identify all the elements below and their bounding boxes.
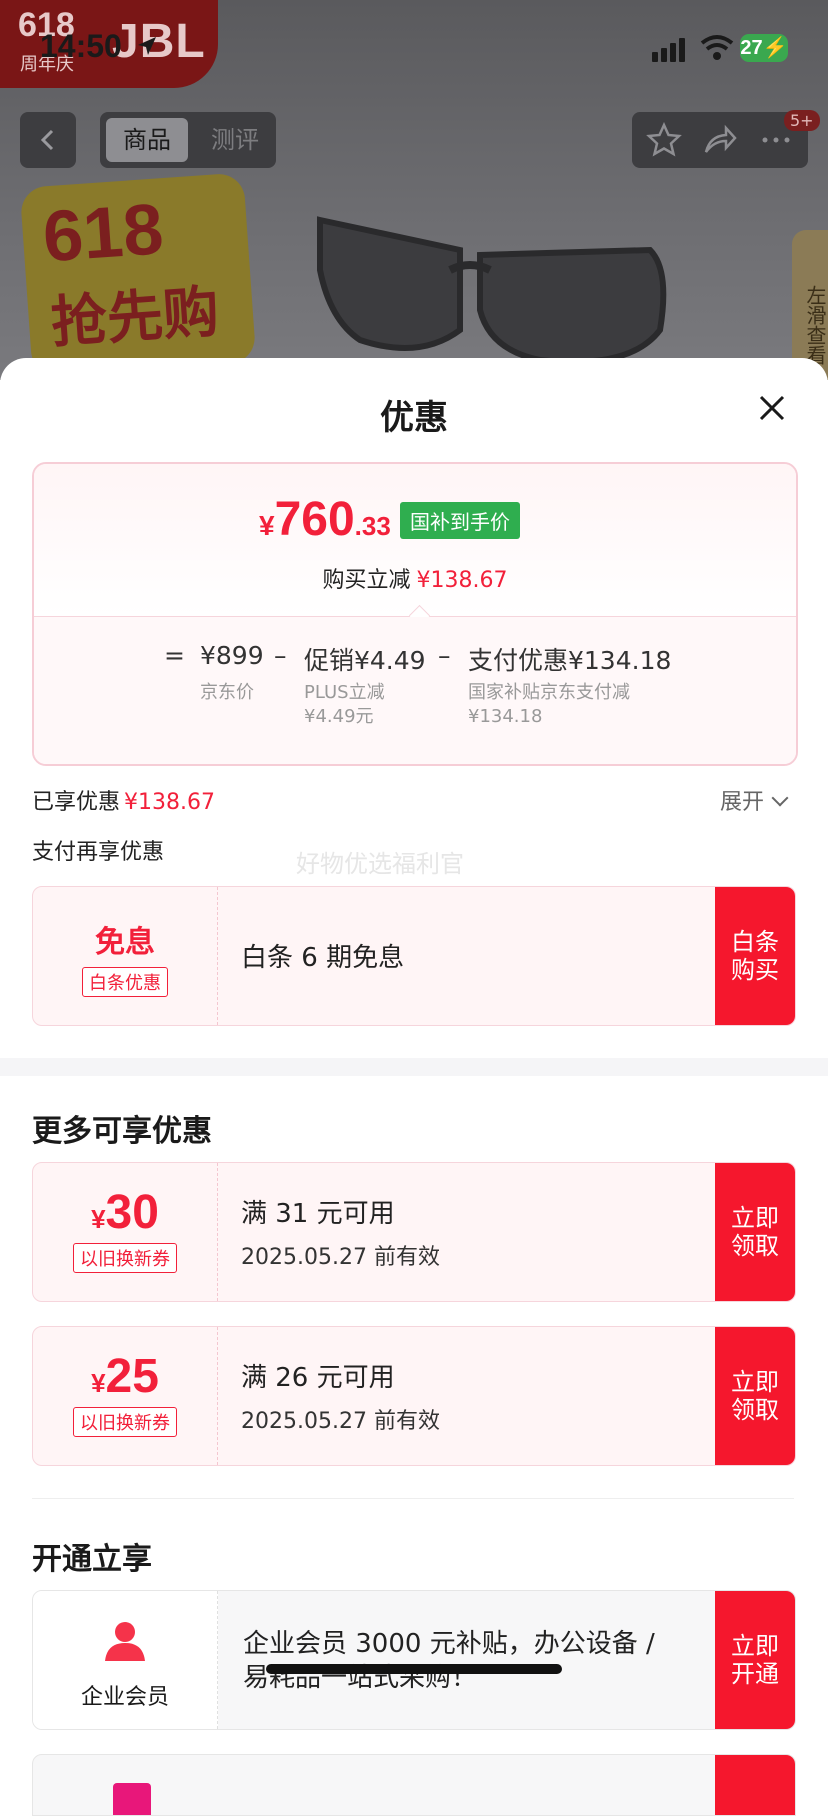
star-icon[interactable] [646, 122, 682, 158]
section-divider [0, 1058, 828, 1076]
price-breakdown: = ¥899 京东价 – 促销¥4.49 PLUS立减 ¥4.49元 – 支付优… [34, 617, 796, 764]
pay-discount-sub-amount: ¥134.18 [468, 706, 543, 727]
tab-goods[interactable]: 商品 [106, 118, 188, 162]
coupon-validity: 2025.05.27 前有效 [241, 1409, 440, 1434]
promo-sticker: 618 抢先购 [19, 172, 257, 378]
coupon-amount: ¥30 [33, 1185, 217, 1240]
price-summary-card: ¥760.33 国补到手价 购买立减 ¥138.67 = ¥899 京东价 – 促… [32, 462, 798, 766]
promo-line1: 618 [40, 189, 166, 278]
baitiao-main: 免息 [95, 926, 155, 959]
coupon-tag: 以旧换新券 [33, 1243, 217, 1273]
baitiao-buy-button[interactable]: 白条购买 [715, 887, 795, 1025]
page-tab-switch: 商品 测评 [100, 112, 276, 168]
open-benefits-title: 开通立享 [32, 1542, 152, 1577]
coupon-currency: ¥ [91, 1368, 106, 1398]
more-discounts-title: 更多可享优惠 [32, 1114, 212, 1149]
home-indicator[interactable] [266, 1664, 562, 1674]
battery-indicator: 27⚡ [740, 34, 788, 62]
equals-sign: = [164, 641, 185, 670]
product-background: 618 周年庆 JBL 14:50 27⚡ 商品 测评 5+ 618 抢先购 左… [0, 0, 828, 380]
signal-icon [652, 38, 685, 62]
status-bar: 14:50 27⚡ [0, 0, 828, 96]
open-membership-label: 立即开通 [731, 1632, 779, 1688]
battery-level: 27 [740, 37, 763, 59]
benefit-icon [113, 1783, 151, 1815]
baitiao-buy-label: 白条购买 [731, 928, 779, 984]
enjoyed-value: ¥138.67 [124, 790, 215, 815]
price-integer: 760 [274, 493, 355, 546]
tab-review[interactable]: 测评 [200, 118, 270, 162]
coupon-currency: ¥ [91, 1204, 106, 1234]
price-summary-top: ¥760.33 国补到手价 购买立减 ¥138.67 [34, 464, 796, 616]
baitiao-tag: 白条优惠 [33, 967, 217, 997]
claim-coupon-button[interactable]: 立即领取 [715, 1163, 795, 1301]
share-icon[interactable] [702, 122, 738, 158]
wifi-icon [700, 35, 734, 60]
divider [32, 1498, 794, 1499]
claim-coupon-label: 立即领取 [731, 1368, 779, 1424]
coupon-amount: ¥25 [33, 1349, 217, 1404]
promo-discount-sub-amount: ¥4.49元 [304, 706, 374, 727]
minus-sign: – [438, 641, 451, 670]
person-icon [105, 1622, 145, 1661]
discount-sheet: 优惠 ¥760.33 国补到手价 购买立减 ¥138.67 = ¥899 京东价 … [0, 358, 828, 1816]
price-currency: ¥ [259, 510, 275, 541]
pay-discount: 支付优惠¥134.18 [468, 646, 672, 675]
coupon-value: 30 [105, 1186, 159, 1239]
coupon-condition: 满 31 元可用 [241, 1199, 395, 1229]
next-benefit-button[interactable] [715, 1755, 795, 1815]
coupon-condition: 满 26 元可用 [241, 1363, 395, 1393]
enterprise-member-card: 企业会员 企业会员 3000 元补贴，办公设备 / 易耗品一站式采购！ 立即开通 [32, 1590, 796, 1730]
open-membership-button[interactable]: 立即开通 [715, 1591, 795, 1729]
chevron-down-icon [771, 789, 789, 807]
pay-discount-sub: 国家补贴京东支付减 [468, 682, 630, 703]
reduce-label: 购买立减 [322, 568, 411, 593]
top-actions [632, 112, 808, 168]
member-label: 企业会员 [80, 1685, 169, 1710]
base-price-label: 京东价 [200, 682, 254, 703]
base-price: ¥899 [200, 641, 264, 670]
enjoyed-label: 已享优惠 [32, 790, 121, 815]
coupon-value: 25 [105, 1350, 159, 1403]
baitiao-left: 免息 白条优惠 [33, 887, 218, 1025]
member-description: 企业会员 3000 元补贴，办公设备 / 易耗品一站式采购！ [243, 1629, 655, 1693]
baitiao-text: 白条 6 期免息 [241, 943, 405, 973]
location-arrow-icon [138, 37, 156, 55]
member-left: 企业会员 [33, 1591, 218, 1729]
enjoyed-discount: 已享优惠 ¥138.67 [32, 784, 215, 816]
coupon-left: ¥30 以旧换新券 [33, 1163, 218, 1301]
price-decimal: .33 [354, 511, 391, 541]
coupon-card: ¥25 以旧换新券 满 26 元可用 2025.05.27 前有效 立即领取 [32, 1326, 796, 1466]
expand-button[interactable]: 展开 [720, 784, 789, 816]
message-badge: 5+ [784, 110, 820, 131]
promo-discount-sub: PLUS立减 [304, 682, 385, 703]
expand-label: 展开 [720, 790, 765, 815]
reduce-value: ¥138.67 [416, 568, 508, 593]
pay-section-title: 支付再享优惠 [32, 840, 165, 865]
watermark: 好物优选福利官 [296, 850, 464, 878]
final-price: ¥760.33 [259, 492, 391, 547]
chevron-left-icon [40, 129, 54, 151]
reduce-line: 购买立减 ¥138.67 [34, 562, 796, 594]
next-benefit-card [32, 1754, 796, 1816]
sheet-title: 优惠 [380, 398, 448, 438]
close-icon[interactable] [756, 392, 788, 424]
claim-coupon-button[interactable]: 立即领取 [715, 1327, 795, 1465]
price-type-tag: 国补到手价 [400, 502, 520, 539]
coupon-left: ¥25 以旧换新券 [33, 1327, 218, 1465]
coupon-card: ¥30 以旧换新券 满 31 元可用 2025.05.27 前有效 立即领取 [32, 1162, 796, 1302]
coupon-tag: 以旧换新券 [33, 1407, 217, 1437]
coupon-tag-label: 以旧换新券 [73, 1407, 177, 1437]
claim-coupon-label: 立即领取 [731, 1204, 779, 1260]
back-button[interactable] [20, 112, 76, 168]
status-time: 14:50 [40, 28, 122, 64]
coupon-tag-label: 以旧换新券 [73, 1243, 177, 1273]
baitiao-card: 免息 白条优惠 白条 6 期免息 白条购买 [32, 886, 796, 1026]
minus-sign: – [274, 641, 287, 670]
coupon-validity: 2025.05.27 前有效 [241, 1245, 440, 1270]
product-image [317, 216, 667, 365]
promo-discount: 促销¥4.49 [304, 646, 426, 675]
baitiao-tag-label: 白条优惠 [82, 967, 168, 997]
promo-line2: 抢先购 [48, 279, 222, 357]
